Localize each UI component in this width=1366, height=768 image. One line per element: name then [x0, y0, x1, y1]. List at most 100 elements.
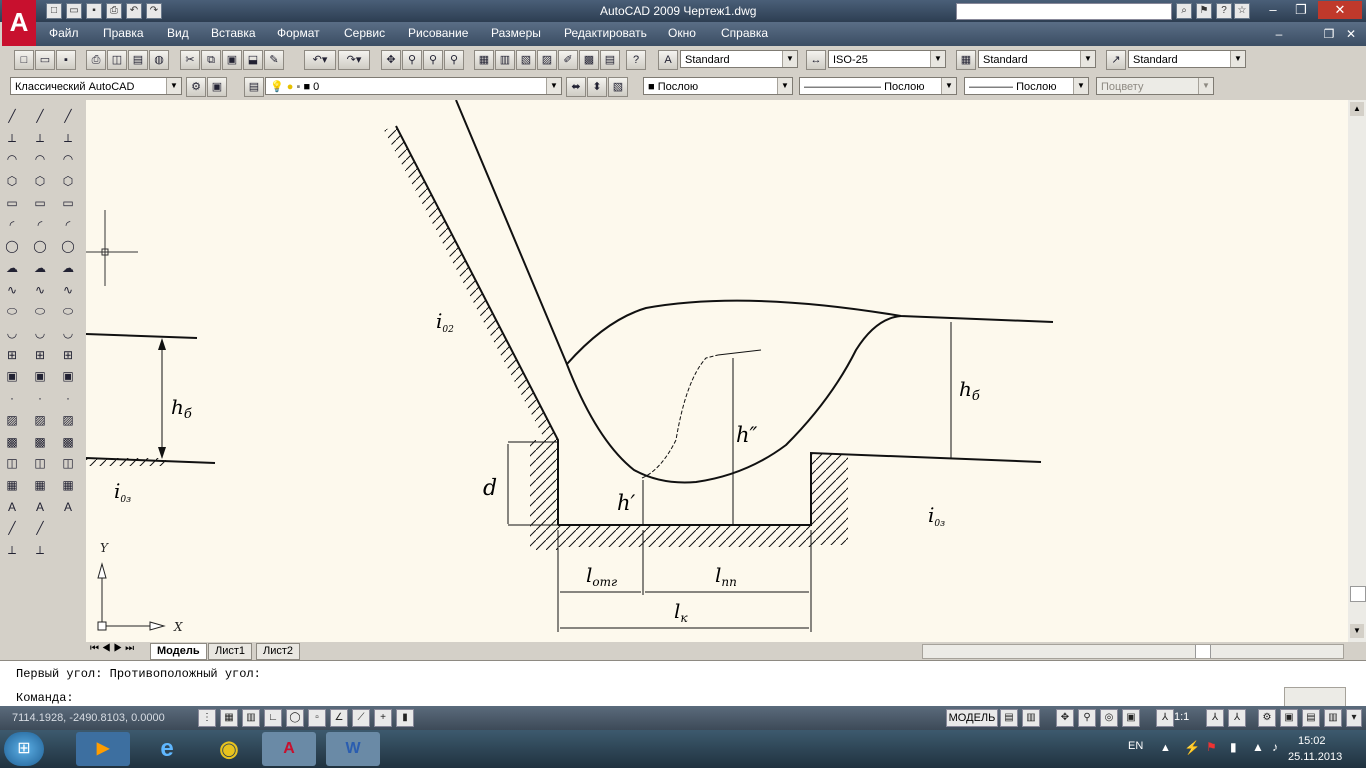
paste-icon[interactable]: ▣: [222, 50, 242, 70]
calculator-icon[interactable]: ▤: [600, 50, 620, 70]
preview-icon[interactable]: ◫: [107, 50, 127, 70]
ellipse-arc-icon[interactable]: ◡: [58, 323, 78, 343]
explode-icon[interactable]: ◫: [30, 453, 50, 473]
undo-icon[interactable]: ↶: [126, 3, 142, 19]
center-mark-dim-icon[interactable]: ▨: [2, 410, 22, 430]
polygon-icon[interactable]: ⬡: [58, 171, 78, 191]
aligned-dim-icon[interactable]: ⟂: [2, 128, 22, 148]
media-player-icon[interactable]: ▶: [76, 732, 130, 766]
undo-icon[interactable]: ↶▾: [304, 50, 336, 70]
jogged-dim-icon[interactable]: ◜: [2, 215, 22, 235]
tab-layout1[interactable]: Лист1: [208, 643, 253, 660]
construction-line-icon[interactable]: ⟂: [58, 128, 78, 148]
text-style-icon[interactable]: A: [658, 50, 678, 70]
3d-dwf-icon[interactable]: ◍: [149, 50, 169, 70]
layer-states-icon[interactable]: ▧: [608, 77, 628, 97]
dim-style-icon[interactable]: ↔: [806, 50, 826, 70]
ellipse-icon[interactable]: ⬭: [58, 301, 78, 321]
arc-icon[interactable]: ◜: [58, 215, 78, 235]
print-icon[interactable]: ⎙: [106, 3, 122, 19]
command-prompt[interactable]: Команда:: [16, 691, 74, 705]
autocad-logo[interactable]: A: [2, 0, 36, 46]
minimize-button[interactable]: –: [1262, 1, 1284, 19]
favorites-icon[interactable]: ☆: [1234, 3, 1250, 19]
annotation-scale-value[interactable]: 1:1: [1174, 711, 1189, 723]
quick-view-layouts-icon[interactable]: ▤: [1000, 709, 1018, 727]
sheet-set-icon[interactable]: ▨: [537, 50, 557, 70]
rotate-icon[interactable]: ◯: [30, 236, 50, 256]
dim-text-edit-icon[interactable]: A: [2, 497, 22, 517]
circle-icon[interactable]: ◯: [58, 236, 78, 256]
snap-mode-icon[interactable]: ▦: [220, 709, 238, 727]
qnew-icon[interactable]: □: [14, 50, 34, 70]
break-dim-icon[interactable]: ▣: [2, 366, 22, 386]
lineweight-toggle-icon[interactable]: ▮: [396, 709, 414, 727]
redo-icon[interactable]: ↷: [146, 3, 162, 19]
zoom-previous-icon[interactable]: ⚲: [444, 50, 464, 70]
table-style-icon[interactable]: ▦: [956, 50, 976, 70]
spline-icon[interactable]: ∿: [58, 280, 78, 300]
plot-icon[interactable]: ⎙: [86, 50, 106, 70]
point-icon[interactable]: ·: [58, 388, 78, 408]
scroll-down-icon[interactable]: ▼: [1350, 624, 1364, 638]
menu-insert[interactable]: Вставка: [211, 26, 256, 40]
infocenter-search-input[interactable]: [956, 3, 1172, 20]
table-style-select[interactable]: Standard ▼: [978, 50, 1096, 68]
clock-date[interactable]: 25.11.2013: [1288, 751, 1342, 763]
scroll-up-icon[interactable]: ▲: [1350, 102, 1364, 116]
lock-icon[interactable]: ▣: [1280, 709, 1298, 727]
arc-length-dim-icon[interactable]: ◠: [2, 149, 22, 169]
erase-icon[interactable]: ╱: [30, 106, 50, 126]
quick-dim-icon[interactable]: ∿: [2, 280, 22, 300]
radius-dim-icon[interactable]: ▭: [2, 193, 22, 213]
vertical-scrollbar[interactable]: ▲ ▼: [1348, 100, 1366, 642]
ordinate-dim-icon[interactable]: ⬡: [2, 171, 22, 191]
continue-dim-icon[interactable]: ◡: [2, 323, 22, 343]
menu-modify[interactable]: Редактировать: [564, 26, 647, 40]
baseline-dim-icon[interactable]: ⬭: [2, 301, 22, 321]
tray-flag-icon[interactable]: ⚑: [1206, 740, 1217, 754]
layer-select[interactable]: 💡 ● ▪ ■ 0 ▼: [265, 77, 562, 95]
lineweight-select[interactable]: ———— Послою ▼: [964, 77, 1089, 95]
cut-icon[interactable]: ✂: [180, 50, 200, 70]
doc-close-button[interactable]: ✕: [1342, 26, 1360, 42]
draworder-icon[interactable]: ▦: [30, 475, 50, 495]
ducs-icon[interactable]: ⟋: [352, 709, 370, 727]
make-current-layer-icon[interactable]: ⬌: [566, 77, 586, 97]
move-icon[interactable]: ◜: [30, 215, 50, 235]
tab-nav-arrows-icon[interactable]: ⏮ ◀ ▶ ⏭: [90, 643, 134, 654]
design-center-icon[interactable]: ▥: [495, 50, 515, 70]
jogged-linear-dim-icon[interactable]: ◫: [2, 453, 22, 473]
command-window[interactable]: Первый угол: Противоположный угол: Коман…: [0, 660, 1366, 707]
chamfer-icon[interactable]: ▨: [30, 410, 50, 430]
zoom-window-icon[interactable]: ⚲: [423, 50, 443, 70]
space-dim-icon[interactable]: ⊞: [2, 345, 22, 365]
tool-palettes-icon[interactable]: ▧: [516, 50, 536, 70]
angular-dim-icon[interactable]: ☁: [2, 258, 22, 278]
block-tool-icon[interactable]: ⟂: [30, 540, 50, 560]
annotation-visibility-icon[interactable]: ⅄: [1206, 709, 1224, 727]
dim-update-icon[interactable]: ╱: [2, 518, 22, 538]
block-editor-icon[interactable]: ✎: [264, 50, 284, 70]
properties-icon[interactable]: ▦: [474, 50, 494, 70]
linear-dim-icon[interactable]: ╱: [2, 106, 22, 126]
revision-cloud-icon[interactable]: ☁: [58, 258, 78, 278]
close-button[interactable]: ✕: [1318, 1, 1362, 19]
clock-time[interactable]: 15:02: [1298, 735, 1326, 747]
internet-explorer-icon[interactable]: e: [140, 732, 194, 766]
clean-screen-icon[interactable]: ▥: [1324, 709, 1342, 727]
tolerance-dim-icon[interactable]: ·: [2, 388, 22, 408]
markup-icon[interactable]: ✐: [558, 50, 578, 70]
doc-minimize-button[interactable]: –: [1270, 26, 1288, 42]
hatch-icon[interactable]: ▨: [58, 410, 78, 430]
dim-style-tool-icon[interactable]: ⟂: [2, 540, 22, 560]
infer-constraints-icon[interactable]: ⋮: [198, 709, 216, 727]
array-icon[interactable]: ▭: [30, 193, 50, 213]
stretch-icon[interactable]: ∿: [30, 280, 50, 300]
annotation-scale-icon[interactable]: ⅄: [1156, 709, 1174, 727]
pan-icon[interactable]: ✥: [381, 50, 401, 70]
zoom-status-icon[interactable]: ⚲: [1078, 709, 1096, 727]
scale-icon[interactable]: ☁: [30, 258, 50, 278]
menu-dimension[interactable]: Размеры: [491, 26, 541, 40]
help-icon[interactable]: ?: [1216, 3, 1232, 19]
